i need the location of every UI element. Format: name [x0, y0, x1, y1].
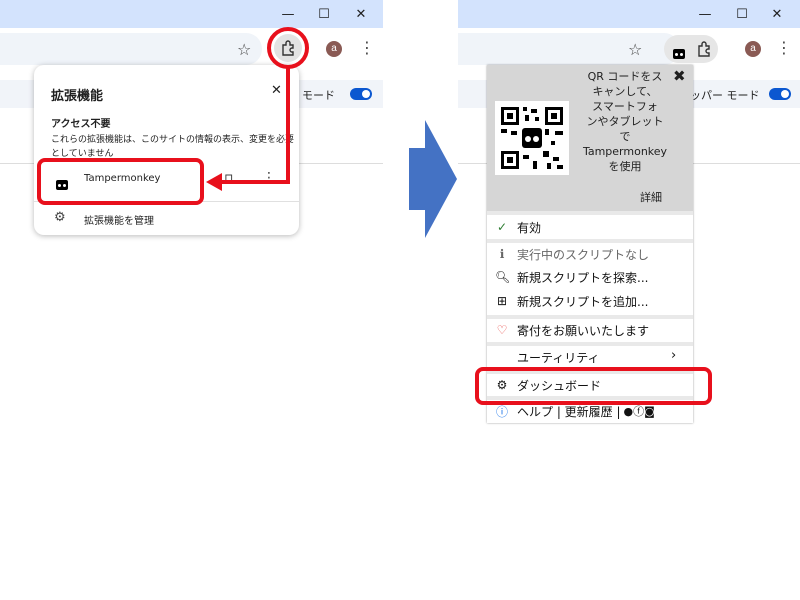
menu-donate[interactable]: ♡ 寄付をお願いいたします — [487, 319, 693, 341]
highlight-box-dashboard — [475, 367, 712, 405]
address-bar[interactable] — [458, 33, 680, 65]
menu-label: 新規スクリプトを探索... — [517, 270, 649, 285]
menu-no-scripts: ℹ 実行中のスクリプトなし — [487, 243, 693, 265]
plus-square-icon: ⊞ — [496, 294, 508, 308]
qr-description: QR コードをス キャンして、 スマートフォ ンやタブレット で Tamperm… — [575, 69, 675, 174]
menu-label: ユーティリティ — [517, 350, 600, 365]
check-icon: ✓ — [496, 220, 508, 234]
search-icon: 🔍︎ — [495, 270, 511, 284]
facebook-icon[interactable]: ⓕ — [633, 403, 644, 419]
qr-line: Tampermonkey — [582, 145, 668, 158]
menu-enabled[interactable]: ✓ 有効 — [487, 216, 693, 238]
puzzle-icon[interactable] — [690, 35, 718, 63]
separator — [487, 211, 693, 215]
mode-label: ッパー モード — [690, 89, 760, 102]
menu-find-scripts[interactable]: 🔍︎ 新規スクリプトを探索... — [487, 266, 693, 288]
profile-avatar[interactable]: a — [745, 41, 761, 57]
chevron-right-icon: › — [671, 348, 677, 363]
info-i-icon: ℹ — [499, 247, 505, 261]
qr-section: QR コードをス キャンして、 スマートフォ ンやタブレット で Tamperm… — [487, 65, 693, 211]
instagram-icon[interactable]: ◙ — [644, 405, 655, 418]
title-bar: — ☐ ✕ — [458, 0, 800, 28]
mode-toggle[interactable] — [769, 88, 791, 100]
qr-code-icon — [495, 101, 569, 175]
qr-line: を使用 — [608, 160, 642, 173]
details-link[interactable]: 詳細 — [640, 189, 662, 205]
bookmark-star-icon[interactable]: ☆ — [628, 40, 642, 59]
info-circle-icon: ⓘ — [495, 404, 508, 419]
pinned-extensions-group — [664, 35, 718, 63]
menu-label: 有効 — [517, 220, 542, 235]
transition-arrow-icon — [409, 120, 457, 238]
menu-add-script[interactable]: ⊞ 新規スクリプトを追加... — [487, 290, 693, 312]
close-window-button[interactable]: ✕ — [758, 0, 796, 28]
menu-dots-icon[interactable]: ⋮ — [776, 38, 792, 57]
maximize-button[interactable]: ☐ — [723, 0, 761, 28]
left-browser-window: — ☐ ✕ ☆ a ⋮ モード 拡張機能 ✕ アクセス不要 これらの拡張機能は、… — [0, 0, 383, 600]
tampermonkey-icon[interactable] — [673, 49, 685, 59]
menu-label: 実行中のスクリプトなし — [517, 247, 650, 262]
qr-line: スマートフォ — [592, 100, 658, 113]
menu-label: 新規スクリプトを追加... — [517, 294, 649, 309]
qr-line: ンやタブレット — [586, 115, 664, 128]
menu-label: 寄付をお願いいたします — [517, 323, 650, 338]
minimize-button[interactable]: — — [686, 0, 724, 28]
qr-close-icon[interactable]: ✖ — [673, 67, 686, 85]
github-icon[interactable]: ● — [624, 405, 634, 418]
qr-line: キャンして、 — [592, 85, 658, 98]
qr-line: で — [619, 130, 631, 143]
menu-utilities[interactable]: ユーティリティ › — [487, 346, 693, 368]
menu-label: ヘルプ | 更新履歴 | — [517, 404, 621, 419]
qr-line: QR コードをス — [587, 70, 663, 83]
heart-icon: ♡ — [496, 323, 508, 337]
annotation-arrow — [206, 27, 309, 191]
